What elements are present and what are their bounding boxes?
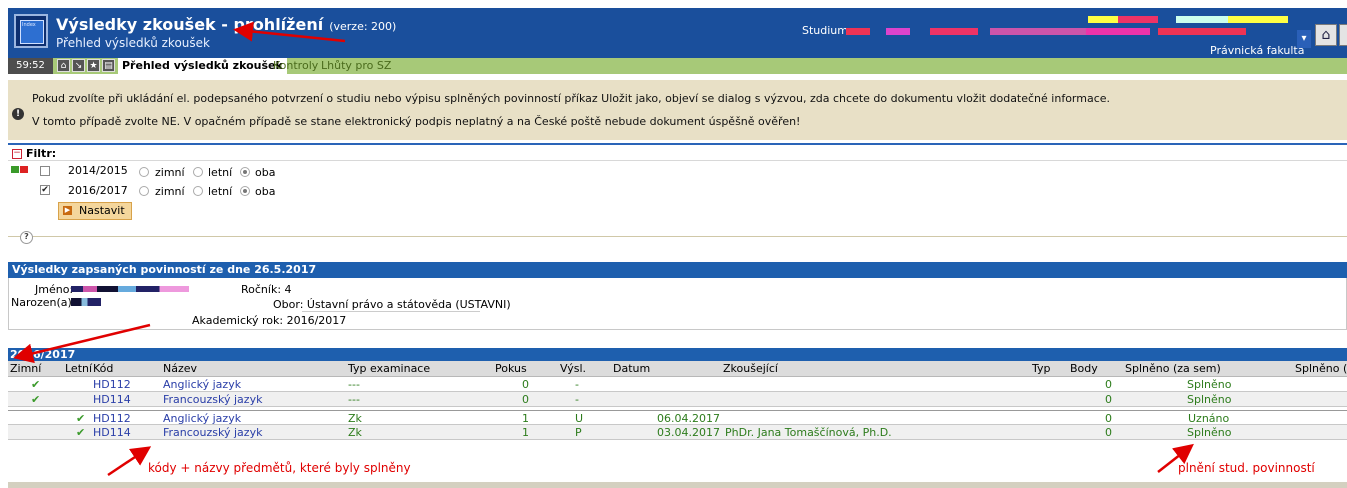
arrow-to-year (13, 323, 151, 364)
arrow-to-subjects (107, 446, 152, 477)
annotation-left: kódy + názvy předmětů, které byly splněn… (148, 461, 411, 475)
arrow-to-title (233, 21, 346, 43)
annotation-right: plnění stud. povinností (1178, 461, 1315, 475)
annotation-arrows (13, 21, 1194, 477)
